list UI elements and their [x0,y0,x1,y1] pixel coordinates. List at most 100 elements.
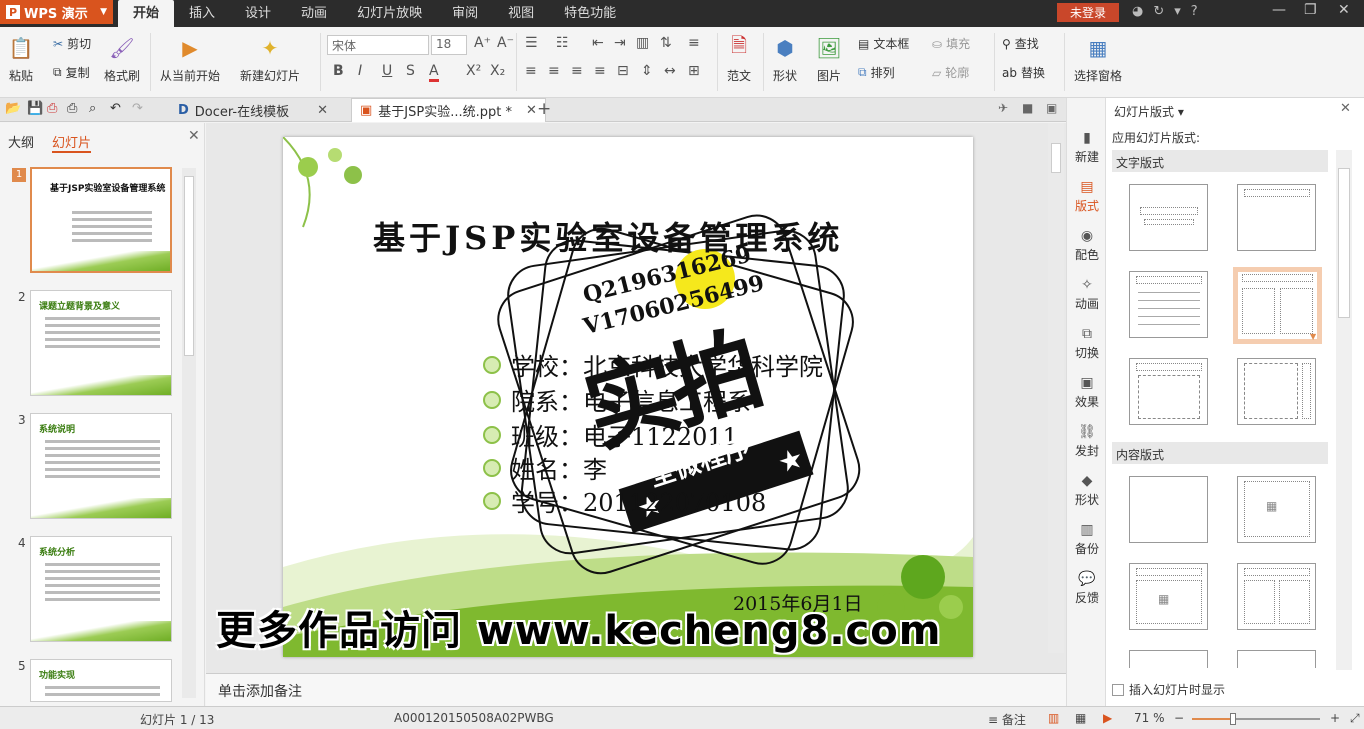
text-align-vertical-icon[interactable]: ⊞ [688,63,700,79]
layout-blank[interactable] [1129,476,1208,543]
bullets-icon[interactable]: ☰ [525,35,538,51]
wps-app-menu-button[interactable]: P WPS 演示 ▼ [0,0,113,24]
layout-title-content-2[interactable]: ▦ [1129,563,1208,630]
sidebar-backup[interactable]: ▥ 备份 [1067,522,1107,557]
menu-features[interactable]: 特色功能 [549,0,631,27]
menu-view[interactable]: 视图 [493,0,549,27]
close-panel-icon[interactable]: ✕ [188,128,200,144]
restore-doc-icon[interactable]: ▣ [1046,101,1057,115]
line-spacing-icon[interactable]: ≡ [688,35,700,51]
close-tab-icon[interactable]: ✕ [317,103,328,118]
cut-button[interactable]: ✂ 剪切 [53,35,91,52]
restore-icon[interactable]: ❐ [1304,2,1317,18]
sidebar-shape[interactable]: ◆ 形状 [1067,473,1107,508]
close-pane-icon[interactable]: ✕ [1340,101,1351,116]
pin-icon[interactable]: ✈ [998,101,1008,115]
info-line-student-id[interactable]: 学号：20112207010​8 [483,483,766,518]
align-left-icon[interactable]: ≡ [525,63,537,79]
columns-icon[interactable]: ▥ [636,35,649,51]
sidebar-send[interactable]: ⛓ 发封 [1067,424,1107,459]
font-name-select[interactable]: 宋体 [327,35,429,55]
slide-thumbnail[interactable]: 系统说明 [30,413,172,519]
numbering-icon[interactable]: ☷ [556,35,569,51]
select-pane-button[interactable]: ▦ 选择窗格 [1074,35,1122,84]
shirt-icon[interactable]: ▾ [1174,4,1181,19]
underline-icon[interactable]: U [382,63,392,79]
sidebar-color[interactable]: ◉ 配色 [1067,228,1107,263]
shrink-font-icon[interactable]: A⁻ [497,35,514,51]
fit-window-icon[interactable]: ⤢ [1350,711,1360,726]
tab-current-ppt[interactable]: ▣ 基于JSP实验...统.ppt * ✕ [351,98,546,122]
layout-vertical-title[interactable] [1237,358,1316,425]
menu-design[interactable]: 设计 [230,0,286,27]
new-slide-button[interactable]: ✦ 新建幻灯片 [240,35,300,84]
normal-view-icon[interactable]: ▥ [1048,711,1059,725]
grow-font-icon[interactable]: A⁺ [474,35,491,51]
sidebar-animation[interactable]: ✧ 动画 [1067,277,1107,312]
outline-button[interactable]: ▱ 轮廓 [932,64,969,81]
layout-two-column[interactable]: ▼ [1233,267,1322,344]
align-center-icon[interactable]: ≡ [548,63,560,79]
close-tab-icon[interactable]: ✕ [526,103,537,118]
layout-title-slide[interactable] [1129,184,1208,251]
slide-thumbnail[interactable]: 系统分析 [30,536,172,642]
fill-button[interactable]: ⛀ 填充 [932,35,970,52]
text-direction-icon[interactable]: ⇅ [660,35,672,51]
sidebar-new[interactable]: ▮ 新建 [1067,130,1107,165]
layout-content[interactable]: ▦ [1237,476,1316,543]
sidebar-transition[interactable]: ⧉ 切换 [1067,326,1107,361]
insert-show-checkbox[interactable]: 插入幻灯片时显示 [1112,681,1225,698]
caret-down-icon[interactable]: ▼ [1310,332,1316,341]
increase-indent-icon[interactable]: ⇥ [614,35,626,51]
login-button[interactable]: 未登录 [1057,3,1119,22]
canvas-scrollbar[interactable] [1048,123,1064,653]
help-icon[interactable]: ? [1191,4,1198,19]
distribute-icon[interactable]: ⊟ [617,63,629,79]
new-tab-icon[interactable]: + [537,99,551,119]
paste-button[interactable]: 📋 粘贴 [8,35,34,84]
scroll-thumb[interactable] [184,176,194,356]
export-pdf-icon[interactable]: ⎙ [47,101,57,116]
info-line-name[interactable]: 姓名：李 [483,450,607,485]
char-spacing-icon[interactable]: ↔ [664,63,676,79]
replace-button[interactable]: ab 替换 [1002,64,1045,81]
skin-icon[interactable]: ◕ [1132,4,1143,19]
tab-docer-templates[interactable]: D Docer-在线模板 ✕ [170,98,336,122]
superscript-icon[interactable]: X² [466,63,481,79]
sidebar-effects[interactable]: ▣ 效果 [1067,375,1107,410]
layout-partial[interactable] [1129,650,1208,668]
menu-animation[interactable]: 动画 [286,0,342,27]
sidebar-feedback[interactable]: 💬 反馈 [1067,571,1107,606]
layout-vertical-text[interactable] [1129,358,1208,425]
find-button[interactable]: ⚲ 查找 [1002,35,1039,52]
zoom-slider[interactable] [1192,713,1320,725]
layout-partial[interactable] [1237,650,1316,668]
panel-scrollbar[interactable] [182,168,196,698]
zoom-knob[interactable] [1230,713,1237,725]
format-painter-button[interactable]: 🖌 格式刷 [104,35,140,84]
zoom-in-icon[interactable]: + [1330,711,1340,725]
menu-insert[interactable]: 插入 [174,0,230,27]
slide-thumbnail[interactable]: 功能实现 [30,659,172,702]
shadow-icon[interactable]: S [406,63,415,79]
justify-icon[interactable]: ≡ [594,63,606,79]
paragraph-spacing-icon[interactable]: ⇕ [641,63,653,79]
arrange-button[interactable]: ⧉ 排列 [858,64,895,81]
notes-field[interactable]: 单击添加备注 [206,673,1066,706]
font-color-icon[interactable]: A [429,63,439,82]
menu-slideshow[interactable]: 幻灯片放映 [342,0,437,27]
font-size-select[interactable]: 18 [431,35,467,55]
from-current-button[interactable]: ▶ 从当前开始 [160,35,220,84]
save-icon[interactable]: 💾 [27,101,43,116]
tab-slides[interactable]: 幻灯片 [52,132,92,153]
sorter-view-icon[interactable]: ▦ [1075,711,1086,725]
sync-icon[interactable]: ↻ [1153,4,1164,19]
tab-list-icon[interactable]: ■ [1022,101,1033,115]
picture-button[interactable]: 🖼 图片 [816,35,842,84]
align-right-icon[interactable]: ≡ [571,63,583,79]
minimize-icon[interactable]: — [1272,2,1286,18]
slide-editor[interactable]: ★ ★ 基于JSP实验室设备管理系统 学校：北京科技大学华科学院 院系：电子信息… [283,137,973,657]
scroll-thumb[interactable] [1051,143,1061,173]
decrease-indent-icon[interactable]: ⇤ [592,35,604,51]
checkbox[interactable] [1112,683,1124,696]
